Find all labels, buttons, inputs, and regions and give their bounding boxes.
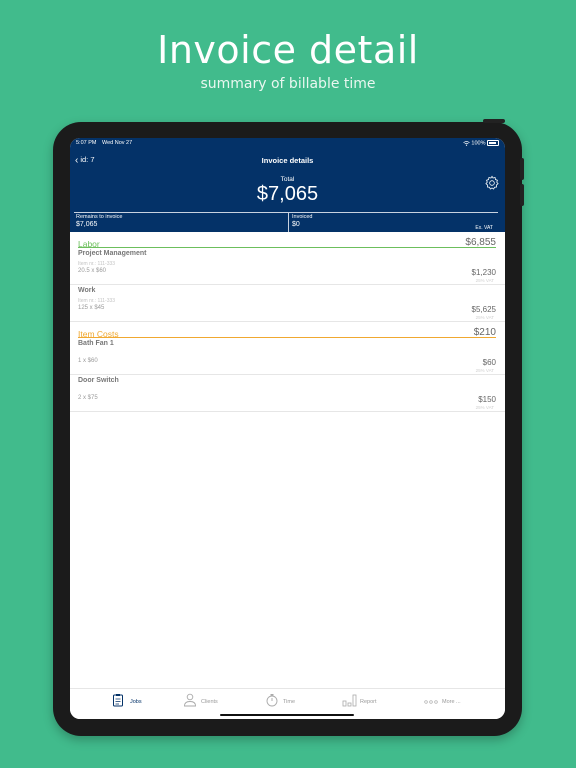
app-screen: 5:07 PM Wed Nov 27 100% ‹ id: 7 Invoice d… — [70, 138, 505, 719]
item-title: Bath Fan 1 — [78, 340, 114, 347]
item-amount: $5,625 — [471, 305, 496, 314]
ex-vat-label: Ex. VAT — [475, 225, 493, 231]
list-item[interactable]: Bath Fan 1 1 x $60 $60 25% VAT — [70, 338, 505, 375]
item-vat: 25% VAT — [475, 368, 494, 373]
item-amount: $60 — [482, 358, 496, 367]
item-quantity: 20.5 x $60 — [78, 268, 107, 274]
gear-icon[interactable] — [484, 175, 500, 191]
remains-label: Remains to invoice — [76, 214, 123, 220]
list-item[interactable]: Work Item nr.: 111-333 125 x $45 $5,625 … — [70, 285, 505, 322]
item-title: Door Switch — [78, 377, 119, 384]
tab-label: Jobs — [130, 699, 142, 705]
summary-divider — [74, 212, 498, 213]
list-item[interactable]: Project Management Item nr.: 111-333 20.… — [70, 248, 505, 285]
section-header-item-costs: Item Costs $210 — [70, 322, 505, 339]
item-quantity: 2 x $75 — [78, 395, 98, 401]
tab-label: Report — [360, 699, 377, 705]
stopwatch-icon — [266, 694, 278, 707]
power-button — [483, 119, 505, 123]
home-indicator — [220, 714, 354, 716]
clipboard-icon — [113, 694, 123, 707]
volume-up-button — [520, 158, 524, 180]
tab-label: Time — [283, 699, 296, 705]
item-vat: 25% VAT — [475, 405, 494, 410]
total-value: $7,065 — [256, 183, 319, 205]
volume-down-button — [520, 184, 524, 206]
item-quantity: 1 x $60 — [78, 358, 98, 364]
item-title: Work — [78, 287, 96, 294]
tab-label: Clients — [201, 699, 218, 705]
invoiced-value: $0 — [292, 221, 300, 228]
bar-chart-icon — [342, 694, 357, 707]
hero-subtitle: summary of billable time — [200, 76, 376, 92]
tab-label: More ... — [442, 699, 461, 705]
item-number: Item nr.: 111-333 — [78, 298, 116, 304]
section-header-labor: Labor $6,855 — [70, 232, 505, 249]
item-number: Item nr.: 111-333 — [78, 261, 116, 267]
item-amount: $1,230 — [471, 268, 496, 277]
item-vat: 25% VAT — [475, 315, 494, 320]
status-date: Wed Nov 27 — [102, 140, 133, 146]
person-icon — [184, 693, 196, 707]
battery-percent: 100% — [471, 140, 486, 147]
item-vat: 25% VAT — [475, 278, 494, 283]
total-label: Total — [280, 176, 295, 183]
item-title: Project Management — [78, 250, 147, 257]
page-title: Invoice details — [261, 156, 314, 165]
status-bar: 5:07 PM Wed Nov 27 100% — [76, 140, 499, 148]
status-time: 5:07 PM — [76, 140, 97, 146]
more-dots-icon — [424, 700, 438, 704]
summary-vertical-divider — [288, 213, 289, 232]
item-amount: $150 — [478, 395, 496, 404]
wifi-icon — [463, 140, 470, 146]
list-item[interactable]: Door Switch 2 x $75 $150 25% VAT — [70, 375, 505, 412]
invoice-lines: Labor $6,855 Project Management Item nr.… — [70, 232, 505, 412]
battery-icon — [487, 140, 499, 146]
navigation-header: 5:07 PM Wed Nov 27 100% ‹ id: 7 Invoice d… — [70, 138, 505, 232]
remains-value: $7,065 — [76, 221, 98, 228]
invoiced-label: Invoiced — [292, 214, 313, 220]
item-quantity: 125 x $45 — [78, 305, 105, 311]
status-battery: 100% — [463, 140, 499, 146]
hero-title: Invoice detail — [157, 28, 419, 72]
